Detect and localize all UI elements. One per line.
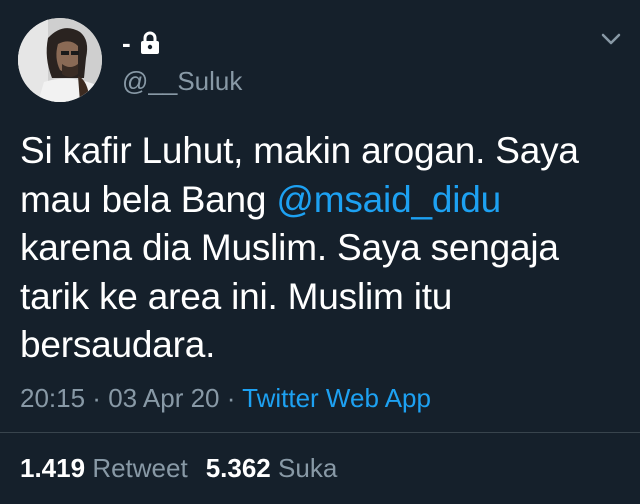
author-display-name-row[interactable]: - bbox=[122, 28, 161, 58]
avatar[interactable] bbox=[18, 18, 102, 102]
mention-link[interactable]: @msaid_didu bbox=[276, 179, 501, 220]
likes-count: 5.362 bbox=[205, 453, 271, 483]
retweets-stat[interactable]: 1.419 Retweet bbox=[20, 453, 188, 483]
lock-icon bbox=[140, 31, 159, 54]
tweet-stats: 1.419 Retweet 5.362 Suka bbox=[20, 452, 337, 484]
meta-separator: · bbox=[219, 383, 243, 413]
divider bbox=[0, 432, 640, 433]
tweet-date[interactable]: 03 Apr 20 bbox=[108, 383, 219, 413]
likes-stat[interactable]: 5.362 Suka bbox=[206, 453, 338, 483]
retweets-count: 1.419 bbox=[20, 453, 86, 483]
meta-separator: · bbox=[85, 383, 109, 413]
tweet-text: Si kafir Luhut, makin arogan. Saya mau b… bbox=[20, 127, 620, 370]
tweet-time[interactable]: 20:15 bbox=[20, 383, 85, 413]
retweets-label: Retweet bbox=[92, 453, 188, 483]
tweet-source-link[interactable]: Twitter Web App bbox=[242, 383, 431, 413]
author-display-name[interactable]: - bbox=[122, 28, 131, 58]
author-handle[interactable]: @__Suluk bbox=[122, 66, 242, 96]
chevron-down-icon[interactable] bbox=[600, 30, 622, 48]
tweet-card: - @__Suluk Si kafir Luhut, makin arogan.… bbox=[0, 0, 640, 504]
likes-label: Suka bbox=[278, 453, 338, 483]
tweet-meta: 20:15 · 03 Apr 20 · Twitter Web App bbox=[20, 382, 431, 414]
tweet-text-part-2: karena dia Muslim. Saya sengaja tarik ke… bbox=[20, 227, 559, 365]
avatar-image bbox=[18, 18, 102, 102]
